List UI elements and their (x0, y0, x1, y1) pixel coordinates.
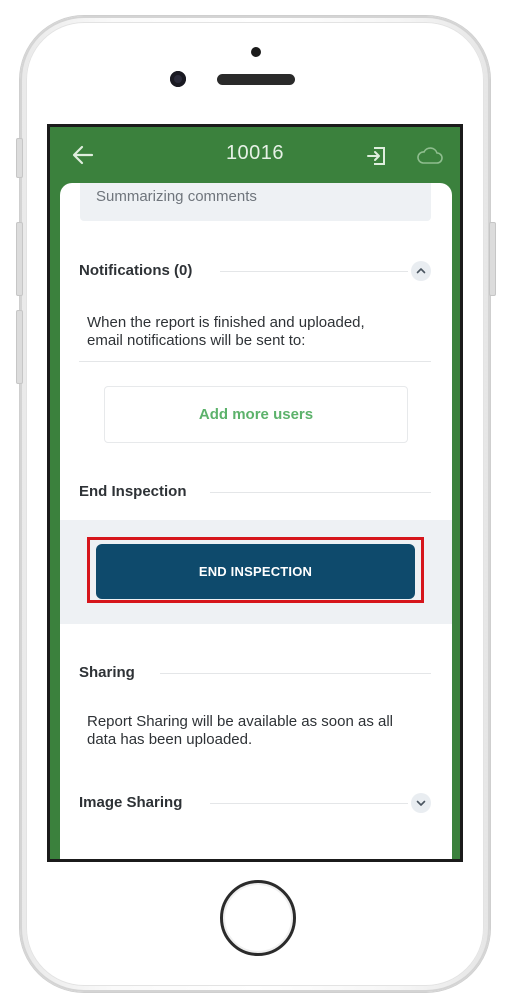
summary-comments-placeholder: Summarizing comments (96, 188, 257, 205)
app-view: 10016 Summarizing comments Notifications… (50, 127, 460, 859)
mute-switch (16, 138, 23, 178)
chevron-up-icon (416, 268, 426, 274)
cloud-icon[interactable] (417, 147, 443, 165)
image-sharing-toggle[interactable] (411, 793, 431, 813)
summary-comments-field[interactable]: Summarizing comments (80, 183, 431, 221)
notifications-message: When the report is finished and uploaded… (87, 314, 365, 350)
volume-down-button (16, 310, 23, 384)
sharing-message: Report Sharing will be available as soon… (87, 713, 393, 749)
earpiece-speaker (217, 74, 295, 85)
volume-up-button (16, 222, 23, 296)
sharing-divider (160, 673, 431, 674)
image-sharing-heading: Image Sharing (79, 794, 183, 811)
chevron-down-icon (416, 800, 426, 806)
phone-screen: 10016 Summarizing comments Notifications… (47, 124, 463, 862)
content-sheet: Summarizing comments Notifications (0) W… (60, 183, 452, 859)
front-camera (170, 71, 186, 87)
inspection-title: 10016 (225, 142, 285, 164)
notifications-divider (220, 271, 408, 272)
end-inspection-divider (210, 492, 431, 493)
power-button (489, 222, 496, 296)
sharing-message-line-2: data has been uploaded. (87, 731, 253, 748)
top-app-bar: 10016 (50, 127, 460, 183)
notifications-toggle[interactable] (411, 261, 431, 281)
end-inspection-highlight-box (87, 537, 424, 603)
notifications-heading: Notifications (0) (79, 262, 193, 279)
notifications-message-line-2: email notifications will be sent to: (87, 332, 306, 349)
sharing-heading: Sharing (79, 664, 135, 681)
proximity-sensor (251, 47, 261, 57)
image-sharing-divider (210, 803, 408, 804)
notifications-message-line-1: When the report is finished and uploaded… (87, 314, 365, 331)
end-inspection-heading: End Inspection (79, 483, 187, 500)
add-more-users-button[interactable]: Add more users (104, 386, 408, 443)
home-button[interactable] (220, 880, 296, 956)
notifications-message-divider (79, 361, 431, 362)
exit-icon[interactable] (366, 146, 386, 166)
sharing-message-line-1: Report Sharing will be available as soon… (87, 713, 394, 730)
